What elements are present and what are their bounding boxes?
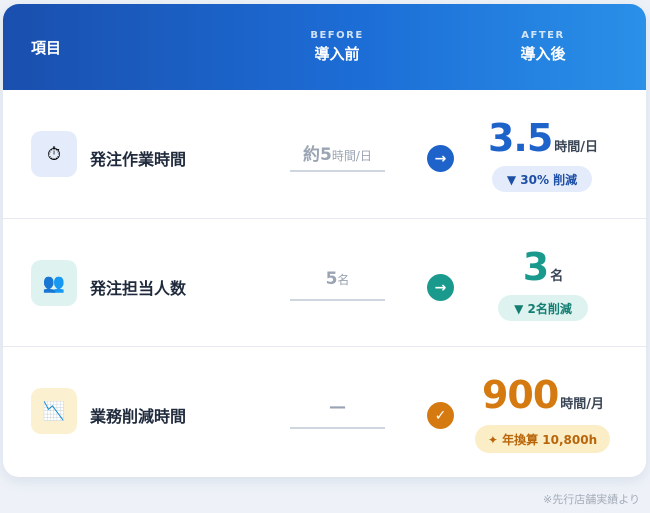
after-value-unit: 時間/月 [560,397,605,412]
header-item-label: 項目 [31,39,62,57]
after-value-number: 900 [481,373,559,417]
table-row: ⏱ 発注作業時間 約5時間/日 → 3.5 時間/日 ▼ 30% 削減 [3,90,646,218]
header-before-en: BEFORE [310,30,364,41]
reduction-badge: ▼ 30% 削減 [492,166,592,192]
after-value: 3.5 時間/日 [463,116,623,160]
before-value: — [290,397,385,429]
row-label: 発注担当人数 [90,279,187,298]
after-value-number: 3 [522,245,549,289]
people-icon: 👥 [31,260,77,306]
before-value-main: — [329,397,346,417]
after-value-unit: 名 [550,269,564,284]
check-icon: ✓ [427,402,454,429]
after-value-unit: 時間/日 [554,140,599,155]
row-label: 業務削減時間 [90,407,187,426]
table-row: 📉 業務削減時間 — ✓ 900 時間/月 ✦ 年換算 10,800h [3,346,646,477]
after-value: 900 時間/月 [463,373,623,417]
arrow-right-icon: → [427,274,454,301]
annual-badge: ✦ 年換算 10,800h [475,425,610,453]
table-row: 👥 発注担当人数 5名 → 3名 ▼ 2名削減 [3,218,646,346]
reduction-badge: ▼ 2名削減 [498,295,588,321]
after-value-number: 3.5 [487,116,553,160]
footnote: ※先行店舗実績より [543,493,640,506]
before-value: 5名 [290,269,385,301]
comparison-card: 項目 BEFORE 導入前 AFTER 導入後 ⏱ 発注作業時間 約5時間/日 … [3,4,646,477]
header-after: AFTER 導入後 [483,30,603,64]
header-before: BEFORE 導入前 [277,30,397,64]
before-value-main: 5 [325,269,338,289]
chart-down-icon: 📉 [31,388,77,434]
after-value: 3名 [463,245,623,289]
header-before-jp: 導入前 [314,45,360,63]
before-value-main: 約5 [303,145,332,165]
before-value-unit: 名 [337,273,350,287]
before-value-unit: 時間/日 [331,149,372,163]
before-value: 約5時間/日 [290,140,385,172]
stopwatch-icon: ⏱ [31,131,77,177]
row-label: 発注作業時間 [90,150,187,169]
header-after-en: AFTER [521,30,565,41]
table-header: 項目 BEFORE 導入前 AFTER 導入後 [3,4,646,90]
arrow-right-icon: → [427,145,454,172]
header-after-jp: 導入後 [520,45,566,63]
